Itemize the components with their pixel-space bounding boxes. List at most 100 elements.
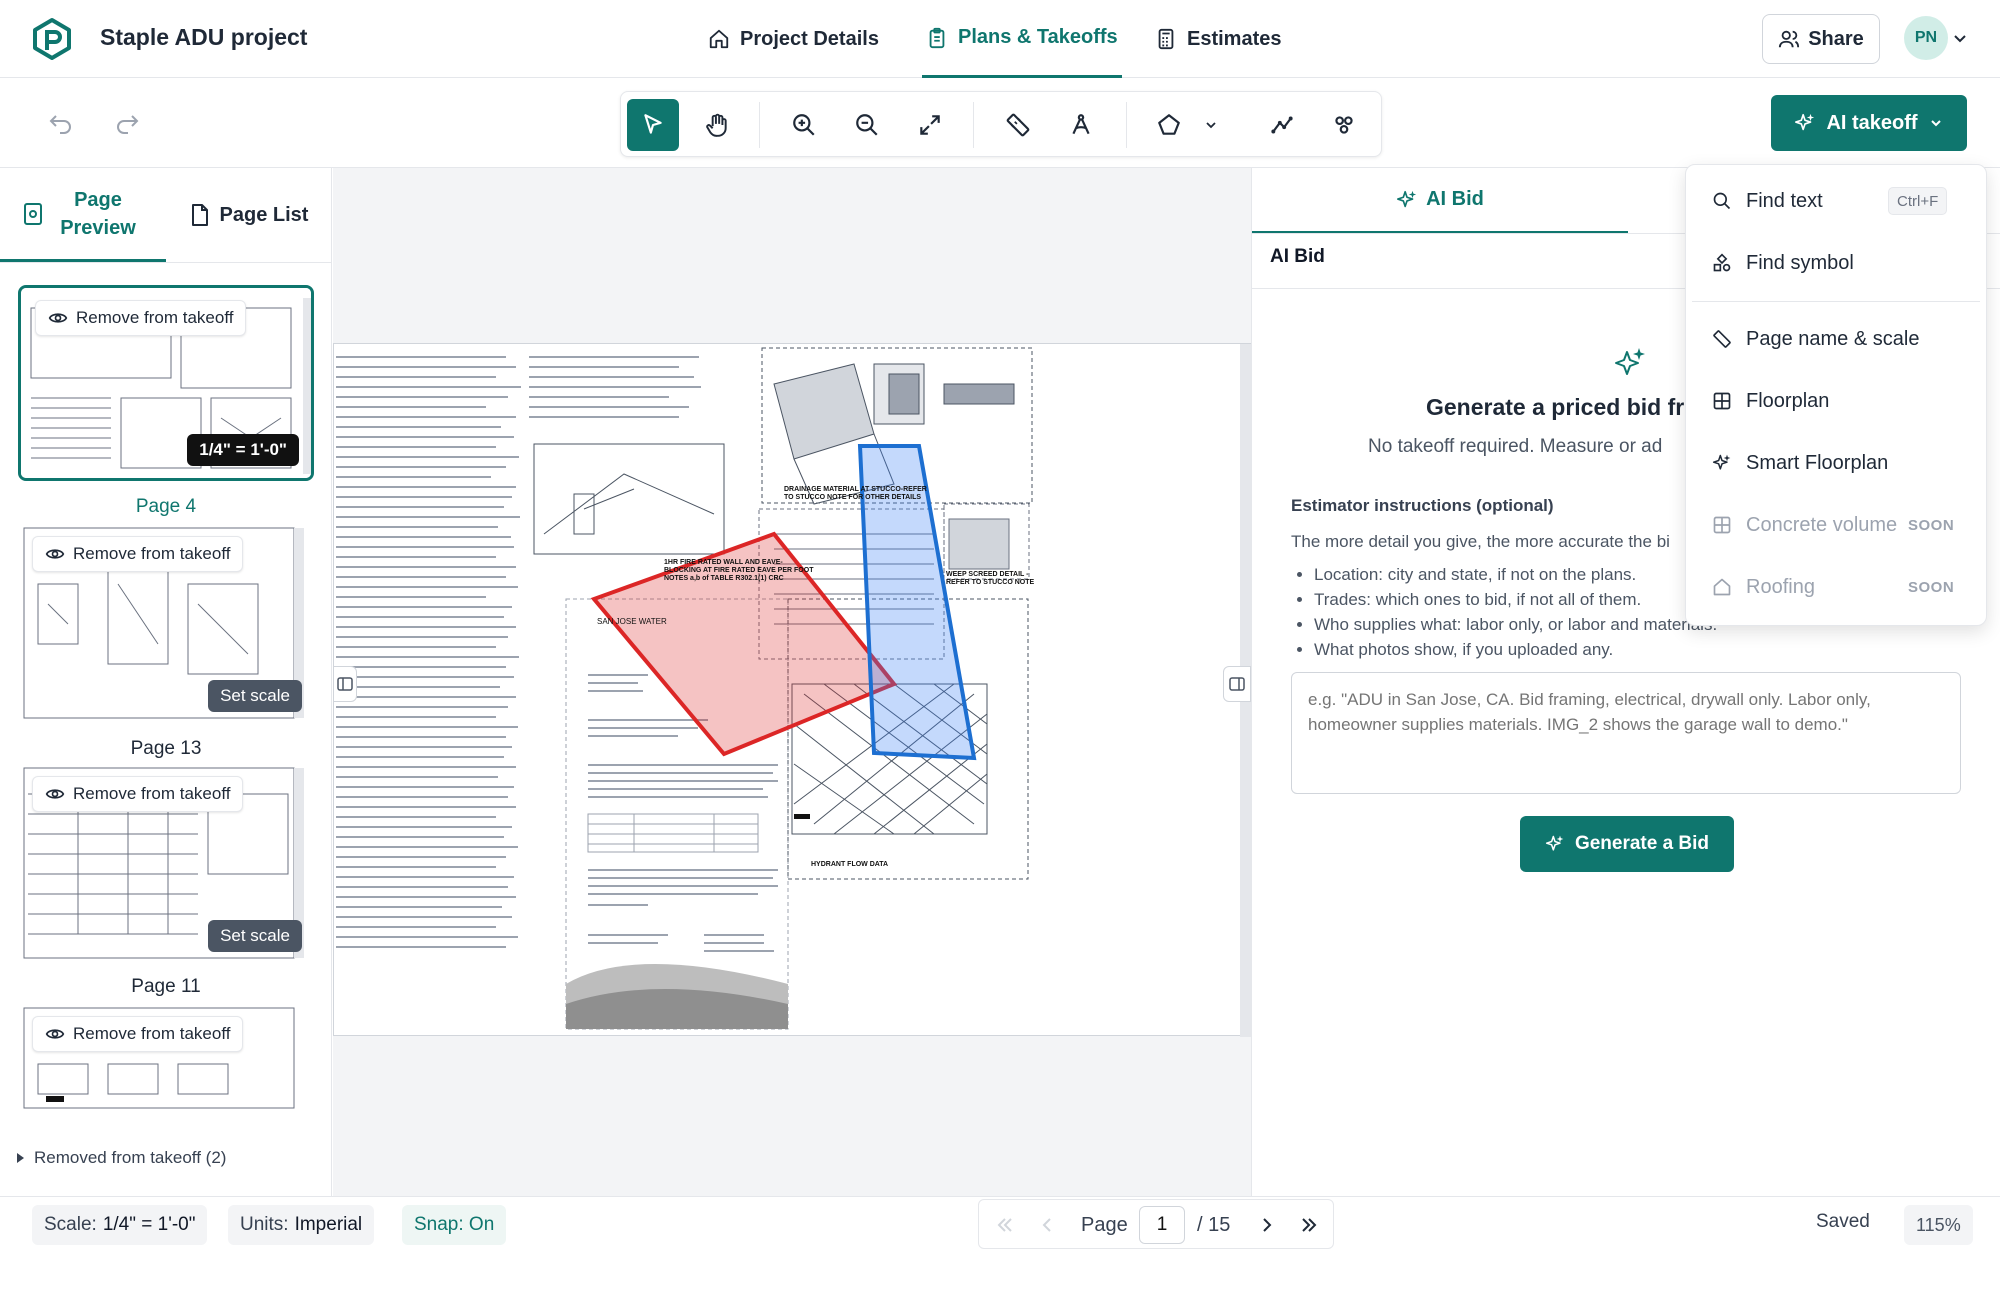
app-logo-icon[interactable] [30,17,74,61]
panel-title: Generate a priced bid fro [1426,394,1699,420]
set-scale-button[interactable]: Set scale [208,680,302,712]
menu-item-roofing: Roofing [1712,567,1815,607]
sparkle-icon [1795,113,1815,131]
tab-label: Project Details [740,27,879,50]
set-scale-button[interactable]: Set scale [208,920,302,952]
drawing-toolbar [620,91,1382,157]
weep-screed-note: WEEP SCREED DETAIL - REFER TO STUCCO NOT… [946,571,1035,586]
removed-toggle-label: Removed from takeoff (2) [34,1148,227,1167]
first-page-icon[interactable] [993,1213,1017,1237]
tab-ai-bid[interactable]: AI Bid [1252,168,1628,234]
sidebar-toggle-icon [337,677,353,691]
angle-tool-button[interactable] [1055,99,1107,151]
menu-item-find-text[interactable]: Find text [1712,181,1823,221]
page-scale-badge[interactable]: 1/4" = 1'-0" [187,434,299,466]
select-tool-button[interactable] [627,99,679,151]
page-sidebar: Page Preview Page List Remove from takeo… [0,168,332,1296]
panel-header: AI Bid [1270,246,1325,267]
shortcut-badge: Ctrl+F [1888,187,1948,215]
sparkle-icon [1712,454,1731,470]
menu-item-find-symbol[interactable]: Find symbol [1712,243,1854,283]
page-navigator: Page 1 / 15 [978,1199,1334,1249]
eye-icon [45,789,65,799]
fire-wall-note: 1HR FIRE RATED WALL AND EAVE-BLOCKING AT… [664,559,814,582]
symbol-icon [1713,253,1731,272]
tab-label: Page List [219,203,309,226]
units-indicator[interactable]: Units: Imperial [228,1205,375,1245]
ai-takeoff-button[interactable]: AI takeoff [1771,95,1967,151]
sparkle-icon [1545,835,1564,851]
ai-takeoff-label: AI takeoff [1826,111,1918,134]
caret-right-icon [17,1153,24,1163]
chevron-down-icon [1206,122,1216,129]
estimator-instructions-input[interactable] [1291,672,1961,794]
page-total: / 15 [1197,1214,1231,1236]
sidebar-toggle-icon [1229,677,1245,691]
zoom-level[interactable]: 115% [1904,1205,1973,1245]
undo-icon[interactable] [46,108,76,138]
tab-estimates[interactable]: Estimates [1155,0,1282,78]
chevron-down-icon[interactable] [1952,30,1968,46]
polyline-icon [1271,116,1293,134]
count-tool-button[interactable] [1318,99,1370,151]
project-title: Staple ADU project [100,24,308,50]
page-label: Page 4 [135,496,197,517]
page-thumbnail[interactable]: Remove from takeoff Set scale [18,524,314,724]
page-thumbnail[interactable]: Remove from takeoff Set scale [18,764,314,964]
menu-item-label: Concrete volume [1746,513,1898,536]
snap-toggle[interactable]: Snap: On [402,1205,507,1245]
zoom-out-button[interactable] [841,99,893,151]
grid-icon [1713,516,1731,534]
ruler-tool-button[interactable] [992,99,1044,151]
next-page-icon[interactable] [1255,1213,1279,1237]
remove-label: Remove from takeoff [76,308,234,327]
polygon-options-button[interactable] [1193,99,1229,151]
count-icon [1335,116,1353,134]
collapse-left-panel-button[interactable] [333,666,357,702]
scale-label: Scale: [44,1214,97,1235]
tab-page-list[interactable]: Page List [166,168,332,262]
home-icon [1713,578,1731,596]
menu-item-label: Find text [1746,189,1823,212]
redo-icon[interactable] [112,108,142,138]
polyline-tool-button[interactable] [1256,99,1308,151]
grid-icon [1713,392,1731,410]
page-number-input[interactable]: 1 [1139,1206,1185,1244]
users-icon [1779,30,1800,48]
remove-from-takeoff-button[interactable]: Remove from takeoff [35,300,247,336]
remove-from-takeoff-button[interactable]: Remove from takeoff [32,776,244,812]
fit-screen-button[interactable] [904,99,956,151]
collapse-right-panel-button[interactable] [1223,666,1251,702]
status-bar: Scale: 1/4" = 1'-0" Units: Imperial Snap… [0,1196,2000,1250]
toolbar-divider [759,102,760,148]
removed-pages-toggle[interactable]: Removed from takeoff (2) [14,1148,226,1168]
polygon-tool-button[interactable] [1143,99,1195,151]
hydrant-title: HYDRANT FLOW DATA [811,861,889,868]
scale-value: 1/4" = 1'-0" [102,1214,196,1235]
menu-item-floorplan[interactable]: Floorplan [1712,381,1829,421]
prev-page-icon[interactable] [1035,1213,1059,1237]
avatar[interactable]: PN [1904,16,1948,60]
tab-page-preview[interactable]: Page Preview [0,168,166,262]
remove-from-takeoff-button[interactable]: Remove from takeoff [32,1016,244,1052]
share-button[interactable]: Share [1762,14,1880,64]
pan-tool-button[interactable] [691,99,743,151]
last-page-icon[interactable] [1297,1213,1321,1237]
remove-label: Remove from takeoff [73,544,231,563]
page-thumbnail[interactable]: Remove from takeoff 1/4" = 1'-0" [18,285,314,481]
zoom-in-button[interactable] [778,99,830,151]
menu-item-page-name-scale[interactable]: Page name & scale [1712,319,1919,359]
toolbar-divider [973,102,974,148]
list-item: Location: city and state, if not on the … [1314,562,1717,587]
generate-bid-button[interactable]: Generate a Bid [1520,816,1734,872]
tab-label: Estimates [1187,27,1282,50]
generate-label: Generate a Bid [1574,833,1710,854]
remove-from-takeoff-button[interactable]: Remove from takeoff [32,536,244,572]
tab-plans-takeoffs[interactable]: Plans & Takeoffs [922,0,1122,78]
page-label: Page 11 [131,976,201,997]
plan-canvas[interactable]: 1HR FIRE RATED WALL AND EAVE-BLOCKING AT… [333,168,1251,1196]
menu-item-smart-floorplan[interactable]: Smart Floorplan [1712,443,1888,483]
tab-project-details[interactable]: Project Details [708,0,879,78]
eye-icon [48,313,68,323]
scale-indicator[interactable]: Scale: 1/4" = 1'-0" [32,1205,208,1245]
